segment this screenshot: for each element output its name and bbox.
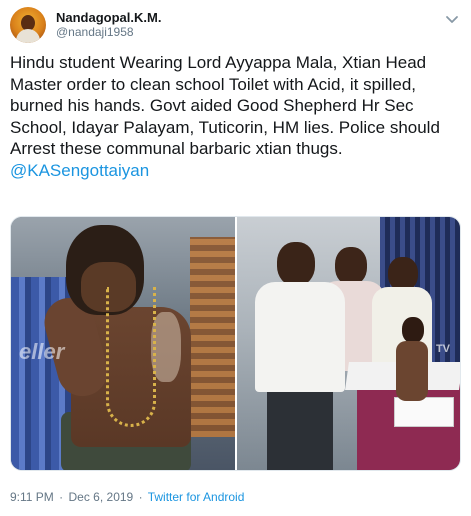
tweet-source-link[interactable]: Twitter for Android [148, 490, 245, 504]
tweet-metadata: 9:11 PM · Dec 6, 2019 · Twitter for Andr… [10, 490, 244, 505]
photo-watermark-right: TV [435, 343, 450, 355]
person-trousers [267, 392, 333, 470]
author-handle[interactable]: @nandaji1958 [56, 25, 161, 40]
photo-cloth-right [190, 237, 235, 437]
photo-watermark-left: eller [19, 339, 65, 364]
tweet-media: eller TV [10, 216, 461, 471]
photo-boy [392, 317, 432, 407]
meta-separator: · [59, 490, 64, 504]
photo-mala-chain [106, 287, 156, 427]
author-names: Nandagopal.K.M. @nandaji1958 [56, 10, 161, 40]
photo-person-white-shirt [255, 242, 345, 470]
person-head [388, 257, 418, 291]
tweet-card: Nandagopal.K.M. @nandaji1958 Hindu stude… [0, 0, 471, 516]
person-head [402, 317, 424, 343]
author-display-name[interactable]: Nandagopal.K.M. [56, 10, 161, 25]
person-body [396, 341, 428, 401]
tweet-body: Hindu student Wearing Lord Ayyappa Mala,… [10, 53, 440, 158]
mention-link[interactable]: @KASengottaiyan [10, 161, 149, 180]
tweet-text: Hindu student Wearing Lord Ayyappa Mala,… [10, 52, 465, 181]
avatar[interactable] [10, 7, 46, 43]
media-photo-right[interactable]: TV [237, 217, 460, 470]
tweet-date[interactable]: Dec 6, 2019 [69, 490, 134, 504]
chevron-down-icon[interactable] [443, 10, 461, 28]
avatar-body [16, 29, 40, 43]
person-head [277, 242, 315, 286]
person-shirt [255, 282, 345, 392]
media-photo-left[interactable]: eller [11, 217, 235, 470]
tweet-header: Nandagopal.K.M. @nandaji1958 [10, 5, 161, 45]
tweet-time[interactable]: 9:11 PM [10, 490, 54, 504]
meta-separator: · [138, 490, 143, 504]
